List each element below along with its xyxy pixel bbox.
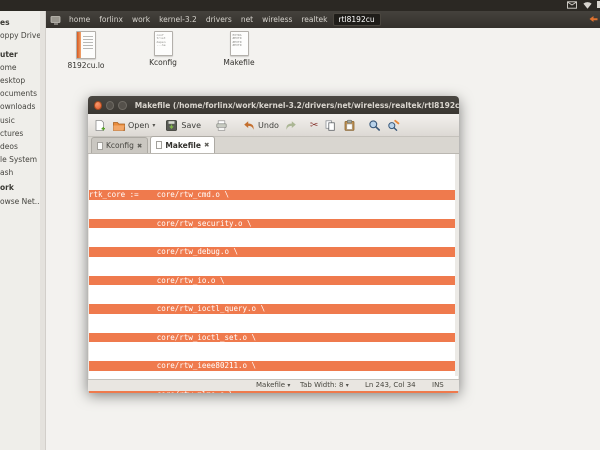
computer-icon[interactable] — [50, 15, 61, 25]
gedit-window: Makefile (/home/forlinx/work/kernel-3.2/… — [88, 96, 459, 391]
undo-label: Undo — [258, 121, 279, 130]
window-minimize-button[interactable] — [106, 101, 114, 110]
sidebar-item-desktop[interactable]: esktop — [0, 76, 25, 85]
breadcrumb-forlinx[interactable]: forlinx — [95, 13, 127, 26]
tab-width-selector[interactable]: Tab Width: 8 ▾ — [300, 381, 349, 389]
replace-button[interactable] — [387, 119, 400, 132]
sidebar-item-downloads[interactable]: ownloads — [0, 102, 35, 111]
text-file-icon: conf trist depen ---he — [154, 31, 173, 56]
window-close-button[interactable] — [94, 101, 102, 110]
sidebar-item-pictures[interactable]: ctures — [0, 129, 23, 138]
scroll-path-left-arrow-icon[interactable] — [588, 14, 598, 24]
tab-label: Kconfig — [106, 141, 134, 150]
breadcrumb-work[interactable]: work — [128, 13, 154, 26]
editor-line: core/rtw_ieee80211.o \ — [89, 361, 458, 371]
window-title: Makefile (/home/forlinx/work/kernel-3.2/… — [135, 101, 459, 110]
save-icon — [165, 119, 178, 132]
replace-icon — [387, 119, 400, 132]
editor-scrollbar[interactable] — [455, 154, 459, 376]
editor-line: core/rtw_ioctl_set.o \ — [89, 333, 458, 343]
top-panel — [0, 0, 600, 11]
breadcrumb-net[interactable]: net — [237, 13, 257, 26]
sidebar-header-devices: es — [0, 18, 10, 27]
text-file-icon: EXTRA #EXTR #EXTR #EXTR — [230, 31, 249, 56]
editor-line: core/rtw_ioctl_query.o \ — [89, 304, 458, 314]
sidebar-item-home[interactable]: ome — [0, 63, 17, 72]
sidebar-item-browse-network[interactable]: owse Net... — [0, 197, 40, 206]
cursor-position: Ln 243, Col 34 — [365, 381, 416, 389]
redo-icon — [285, 119, 298, 132]
gedit-titlebar[interactable]: Makefile (/home/forlinx/work/kernel-3.2/… — [88, 96, 459, 114]
gedit-tabbar: Kconfig ✖ Makefile ✖ — [88, 137, 459, 154]
file-kconfig[interactable]: conf trist depen ---he Kconfig — [140, 31, 186, 67]
open-folder-icon — [112, 119, 125, 132]
tab-close-icon[interactable]: ✖ — [137, 142, 142, 150]
file-8192cu-lo[interactable]: 8192cu.lo — [63, 31, 109, 70]
sidebar-item-file-system[interactable]: le System — [0, 155, 37, 164]
new-document-button[interactable] — [93, 119, 106, 132]
undo-button[interactable]: Undo — [242, 119, 279, 132]
sidebar-item-videos[interactable]: deos — [0, 142, 18, 151]
breadcrumb-realtek[interactable]: realtek — [297, 13, 331, 26]
file-label: Kconfig — [140, 58, 186, 67]
save-button[interactable]: Save — [165, 119, 201, 132]
print-icon — [215, 119, 228, 132]
open-button[interactable]: Open ▾ — [112, 119, 155, 132]
paste-button[interactable] — [343, 119, 356, 132]
file-makefile[interactable]: EXTRA #EXTR #EXTR #EXTR Makefile — [216, 31, 262, 67]
object-file-icon — [76, 31, 96, 59]
breadcrumb-home[interactable]: home — [65, 13, 94, 26]
sidebar-header-computer: uter — [0, 50, 18, 59]
tab-width-caret-icon: ▾ — [346, 382, 349, 389]
document-icon — [97, 142, 103, 150]
redo-button[interactable] — [285, 119, 298, 132]
paste-icon — [343, 119, 356, 132]
language-caret-icon: ▾ — [287, 382, 290, 389]
language-selector[interactable]: Makefile ▾ — [256, 381, 290, 389]
editor-line: core/rtw_debug.o \ — [89, 247, 458, 257]
file-label: 8192cu.lo — [63, 61, 109, 70]
mail-icon[interactable] — [567, 1, 577, 9]
icon-preview-text: conf trist depen ---he — [157, 34, 166, 48]
breadcrumb-drivers[interactable]: drivers — [202, 13, 236, 26]
breadcrumb-kernel[interactable]: kernel-3.2 — [155, 13, 201, 26]
sidebar-header-network: ork — [0, 183, 14, 192]
copy-button[interactable] — [324, 119, 337, 132]
new-document-icon — [93, 119, 106, 132]
editor-line: core/rtw_security.o \ — [89, 219, 458, 229]
breadcrumb-wireless[interactable]: wireless — [258, 13, 296, 26]
places-sidebar: es oppy Drive uter ome esktop ocuments o… — [0, 11, 40, 450]
find-button[interactable] — [368, 119, 381, 132]
input-mode: INS — [432, 381, 444, 389]
editor-line: core/rtw_io.o \ — [89, 276, 458, 286]
cut-icon: ✂ — [310, 120, 318, 131]
sidebar-item-music[interactable]: usic — [0, 116, 15, 125]
gedit-toolbar: Open ▾ Save Undo — [88, 114, 459, 137]
tab-makefile[interactable]: Makefile ✖ — [150, 136, 215, 153]
find-icon — [368, 119, 381, 132]
tab-label: Makefile — [165, 141, 201, 150]
copy-icon — [324, 119, 337, 132]
tab-kconfig[interactable]: Kconfig ✖ — [91, 137, 148, 153]
undo-icon — [242, 119, 255, 132]
sidebar-item-floppy-drive[interactable]: oppy Drive — [0, 31, 40, 40]
open-dropdown-caret-icon[interactable]: ▾ — [152, 122, 155, 129]
tab-close-icon[interactable]: ✖ — [204, 141, 209, 149]
gedit-statusbar: Makefile ▾ Tab Width: 8 ▾ Ln 243, Col 34… — [88, 379, 459, 391]
icon-preview-text: EXTRA #EXTR #EXTR #EXTR — [233, 34, 242, 48]
open-label: Open — [128, 121, 149, 130]
network-signal-icon[interactable] — [582, 1, 593, 9]
sidebar-item-trash[interactable]: ash — [0, 168, 13, 177]
window-maximize-button[interactable] — [118, 101, 126, 110]
breadcrumb-rtl8192cu[interactable]: rtl8192cu — [333, 13, 381, 26]
save-label: Save — [181, 121, 201, 130]
editor-line: rtk_core := core/rtw_cmd.o \ — [89, 190, 458, 200]
print-button[interactable] — [215, 119, 228, 132]
breadcrumb: home forlinx work kernel-3.2 drivers net… — [46, 11, 600, 28]
cut-button[interactable]: ✂ — [310, 120, 318, 131]
document-icon — [156, 141, 162, 149]
text-editor-area[interactable]: rtk_core := core/rtw_cmd.o \ core/rtw_se… — [89, 154, 458, 393]
sidebar-item-documents[interactable]: ocuments — [0, 89, 37, 98]
file-label: Makefile — [216, 58, 262, 67]
